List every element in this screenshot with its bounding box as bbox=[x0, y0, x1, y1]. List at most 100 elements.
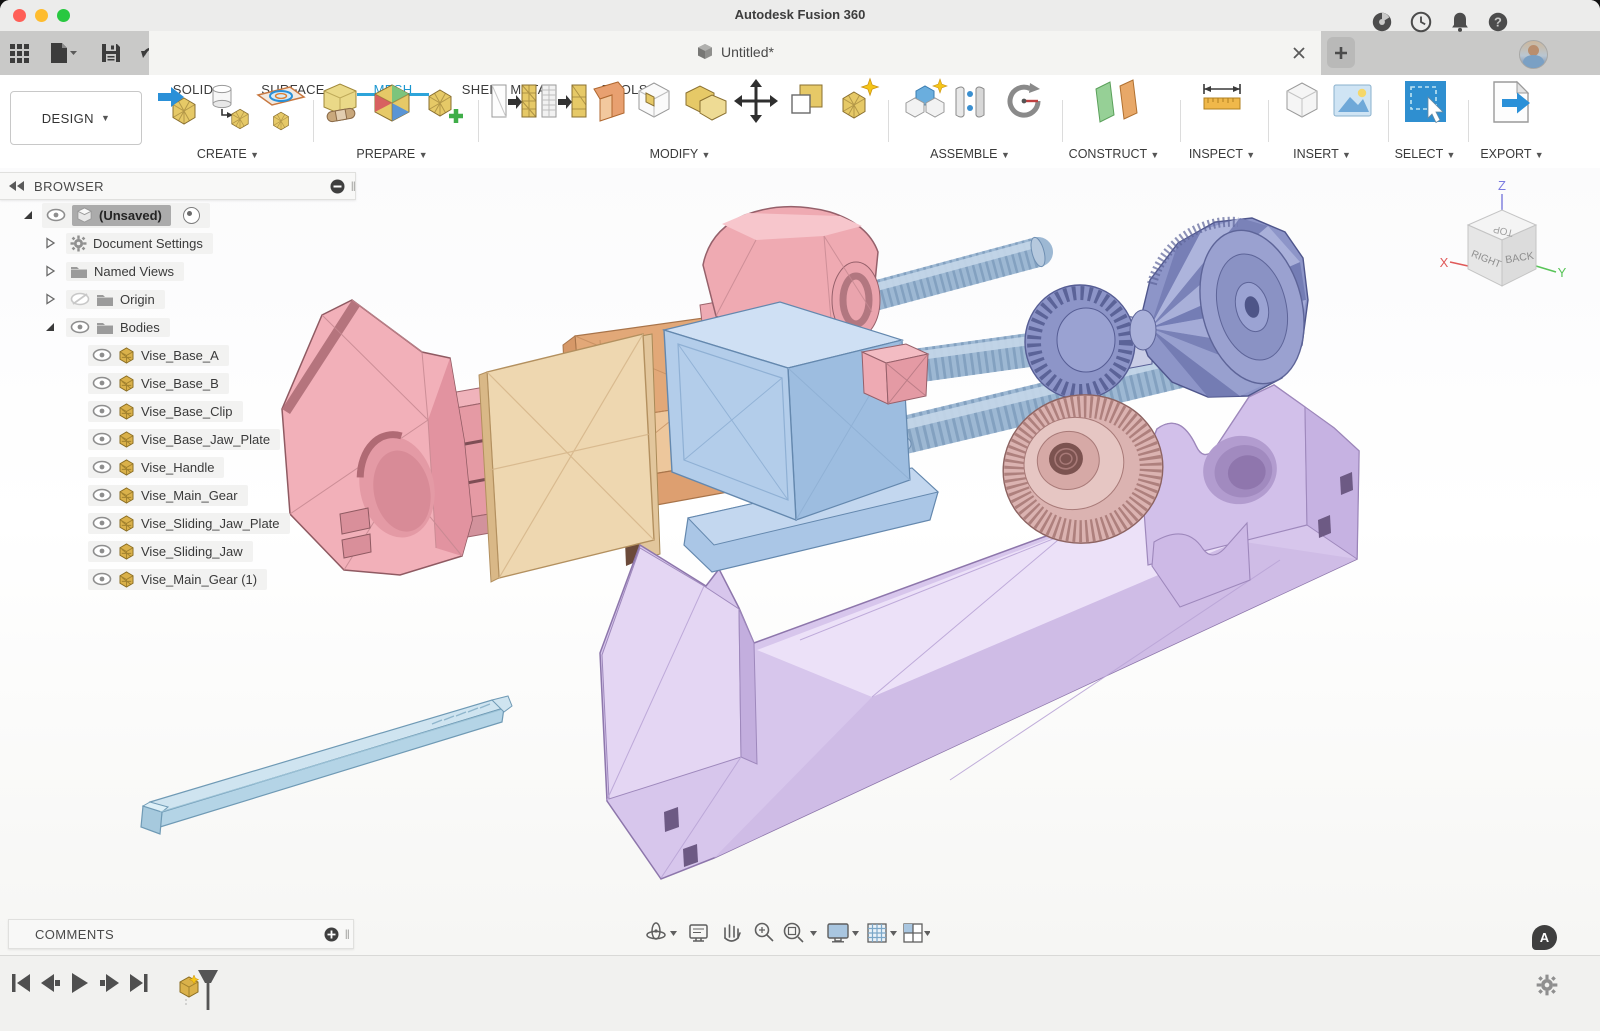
mesh-face-groups-icon[interactable] bbox=[375, 85, 409, 121]
viewports-icon[interactable] bbox=[904, 924, 922, 942]
expanded-arrow-icon[interactable] bbox=[44, 321, 56, 333]
tree-row-body[interactable]: Vise_Base_B bbox=[0, 370, 356, 396]
chevron-down-icon[interactable] bbox=[670, 931, 677, 936]
clock-icon[interactable] bbox=[1408, 10, 1434, 34]
new-tab-button[interactable] bbox=[1327, 37, 1355, 68]
visibility-eye-icon[interactable] bbox=[92, 544, 112, 558]
visibility-eye-icon[interactable] bbox=[92, 572, 112, 586]
hole-icon[interactable] bbox=[639, 83, 669, 117]
remesh-icon[interactable] bbox=[492, 85, 536, 117]
tree-row-document-settings[interactable]: Document Settings bbox=[0, 230, 356, 256]
group-inspect[interactable]: INSPECT ▼ bbox=[1189, 147, 1255, 161]
visibility-eye-icon[interactable] bbox=[92, 460, 112, 474]
orbit-icon[interactable] bbox=[647, 923, 665, 939]
tree-row-body[interactable]: Vise_Main_Gear (1) bbox=[0, 566, 356, 592]
group-prepare[interactable]: PREPARE ▼ bbox=[356, 147, 427, 161]
combine-icon[interactable] bbox=[686, 86, 726, 120]
tree-row-document[interactable]: (Unsaved) bbox=[0, 202, 356, 228]
visibility-eye-icon[interactable] bbox=[92, 404, 112, 418]
chevron-down-icon[interactable] bbox=[890, 931, 897, 936]
insert-derive-icon[interactable] bbox=[1287, 83, 1317, 117]
comments-bar[interactable]: COMMENTS ‖ bbox=[8, 919, 354, 949]
tree-row-origin[interactable]: Origin bbox=[0, 286, 356, 312]
fit-icon[interactable] bbox=[785, 924, 804, 943]
tree-row-body[interactable]: Vise_Main_Gear bbox=[0, 482, 356, 508]
play-icon[interactable] bbox=[72, 973, 88, 993]
viewcube[interactable]: TOP RIGHT BACK Z X Y bbox=[1440, 178, 1567, 286]
insert-canvas-icon[interactable] bbox=[1334, 85, 1371, 116]
new-component-icon[interactable] bbox=[906, 79, 947, 117]
skip-to-end-icon[interactable] bbox=[130, 974, 148, 992]
app-grid-icon[interactable] bbox=[8, 41, 30, 65]
extensions-icon[interactable] bbox=[1369, 10, 1395, 34]
visibility-eye-icon[interactable] bbox=[70, 320, 90, 334]
tree-row-body[interactable]: Vise_Sliding_Jaw bbox=[0, 538, 356, 564]
visibility-eye-icon[interactable] bbox=[92, 376, 112, 390]
model-vise-handle[interactable] bbox=[141, 696, 512, 834]
export-icon[interactable] bbox=[1494, 82, 1530, 122]
smooth-icon[interactable] bbox=[843, 79, 878, 118]
drive-joint-icon[interactable] bbox=[1010, 83, 1040, 115]
construct-plane-icon[interactable] bbox=[1096, 80, 1137, 122]
expanded-arrow-icon[interactable] bbox=[22, 209, 34, 221]
visibility-off-eye-icon[interactable] bbox=[70, 292, 90, 306]
browser-header[interactable]: BROWSER ‖ bbox=[0, 172, 356, 200]
document-node[interactable]: (Unsaved) bbox=[72, 205, 171, 226]
visibility-eye-icon[interactable] bbox=[92, 516, 112, 530]
timeline-feature-mesh-icon[interactable] bbox=[180, 975, 199, 1006]
group-select[interactable]: SELECT ▼ bbox=[1395, 147, 1456, 161]
tree-row-bodies[interactable]: Bodies bbox=[0, 314, 356, 340]
collapsed-arrow-icon[interactable] bbox=[44, 293, 56, 305]
measure-icon[interactable] bbox=[1204, 84, 1240, 109]
model-pink-collar[interactable] bbox=[862, 344, 928, 404]
tree-row-body[interactable]: Vise_Base_Clip bbox=[0, 398, 356, 424]
tree-row-body[interactable]: Vise_Base_A bbox=[0, 342, 356, 368]
skip-to-start-icon[interactable] bbox=[12, 974, 30, 992]
visibility-eye-icon[interactable] bbox=[46, 208, 66, 222]
collapsed-arrow-icon[interactable] bbox=[44, 265, 56, 277]
panel-grip[interactable]: ‖ bbox=[345, 927, 349, 942]
display-settings-icon[interactable] bbox=[828, 924, 848, 942]
create-mesh-plane-icon[interactable] bbox=[258, 87, 304, 130]
model-vise-sliding-jaw-plate[interactable] bbox=[479, 334, 660, 582]
insert-mesh-icon[interactable] bbox=[158, 87, 195, 124]
grid-settings-icon[interactable] bbox=[868, 924, 886, 942]
repair-mesh-icon[interactable] bbox=[324, 84, 356, 122]
panel-grip[interactable]: ‖ bbox=[351, 179, 355, 194]
collapsed-arrow-icon[interactable] bbox=[44, 237, 56, 249]
file-menu-icon[interactable] bbox=[48, 41, 78, 65]
chevron-down-icon[interactable] bbox=[852, 931, 859, 936]
timeline-playhead[interactable] bbox=[198, 970, 218, 1010]
assistant-badge[interactable]: A bbox=[1532, 925, 1557, 950]
activate-component-radio[interactable] bbox=[183, 207, 200, 224]
visibility-eye-icon[interactable] bbox=[92, 432, 112, 446]
select-tool-icon[interactable] bbox=[1405, 81, 1446, 123]
tree-row-body[interactable]: Vise_Handle bbox=[0, 454, 356, 480]
generate-face-groups-icon[interactable] bbox=[429, 90, 463, 123]
plane-cut-icon[interactable] bbox=[792, 85, 822, 113]
save-icon[interactable] bbox=[100, 41, 122, 65]
move-copy-icon[interactable] bbox=[734, 79, 778, 123]
reduce-icon[interactable] bbox=[542, 85, 586, 117]
chevron-down-icon[interactable] bbox=[810, 931, 817, 936]
notifications-bell-icon[interactable] bbox=[1447, 10, 1473, 34]
create-mesh-section-icon[interactable] bbox=[213, 85, 248, 128]
document-tab[interactable]: Untitled* bbox=[149, 31, 1321, 75]
group-export[interactable]: EXPORT ▼ bbox=[1480, 147, 1543, 161]
timeline-settings-gear-icon[interactable] bbox=[1536, 974, 1558, 996]
model-vise-sliding-jaw[interactable] bbox=[664, 302, 938, 572]
group-insert[interactable]: INSERT ▼ bbox=[1293, 147, 1351, 161]
group-create[interactable]: CREATE ▼ bbox=[197, 147, 259, 161]
chevron-down-icon[interactable] bbox=[924, 931, 930, 936]
joint-icon[interactable] bbox=[956, 87, 984, 117]
visibility-eye-icon[interactable] bbox=[92, 488, 112, 502]
group-construct[interactable]: CONSTRUCT ▼ bbox=[1069, 147, 1160, 161]
step-forward-icon[interactable] bbox=[100, 974, 119, 992]
group-modify[interactable]: MODIFY ▼ bbox=[650, 147, 711, 161]
shell-icon[interactable] bbox=[594, 82, 624, 121]
look-at-icon[interactable] bbox=[690, 925, 707, 941]
visibility-eye-icon[interactable] bbox=[92, 348, 112, 362]
remove-icon[interactable] bbox=[330, 179, 345, 194]
collapse-panel-icon[interactable] bbox=[8, 180, 26, 192]
group-assemble[interactable]: ASSEMBLE ▼ bbox=[930, 147, 1010, 161]
